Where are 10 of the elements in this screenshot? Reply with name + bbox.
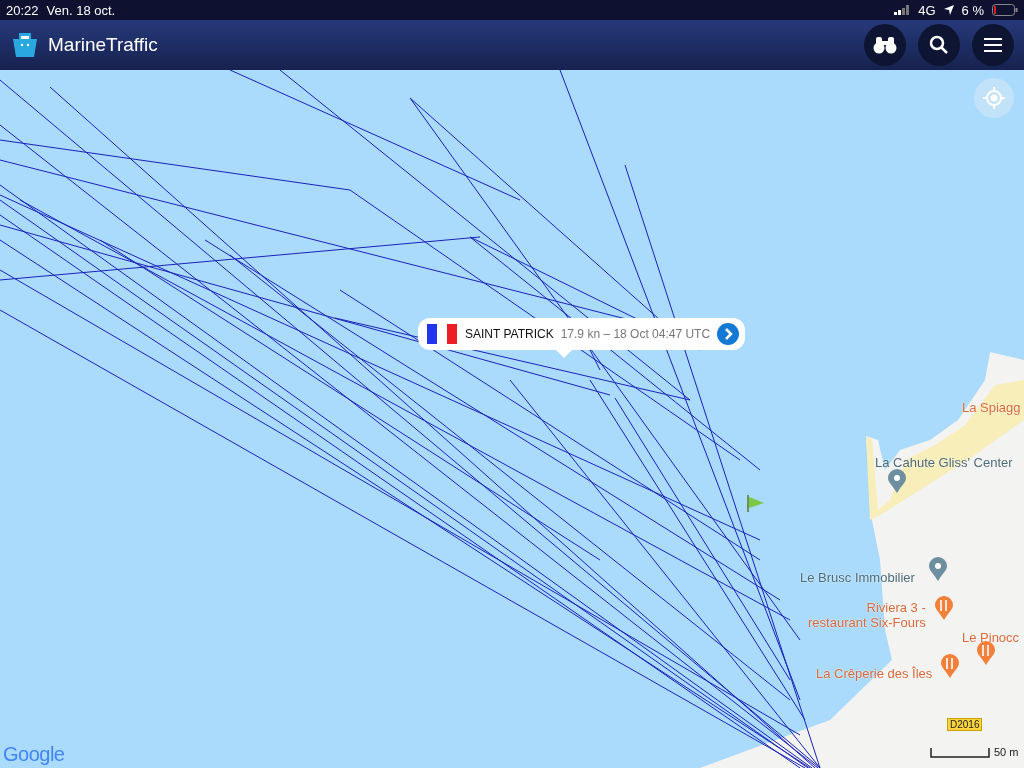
vessel-details: 17.9 kn – 18 Oct 04:47 UTC: [560, 327, 711, 341]
network-label: 4G: [918, 2, 936, 18]
road-number-sign: D2016: [947, 718, 983, 731]
scale-label: 50 m: [994, 746, 1019, 758]
app-title: MarineTraffic: [48, 34, 158, 56]
status-date: Ven. 18 oct.: [46, 2, 116, 18]
vessel-name: SAINT PATRICK: [465, 327, 554, 341]
google-logo: Google: [3, 743, 65, 766]
status-time: 20:22: [6, 2, 39, 18]
battery-percent: 6 %: [961, 2, 984, 18]
